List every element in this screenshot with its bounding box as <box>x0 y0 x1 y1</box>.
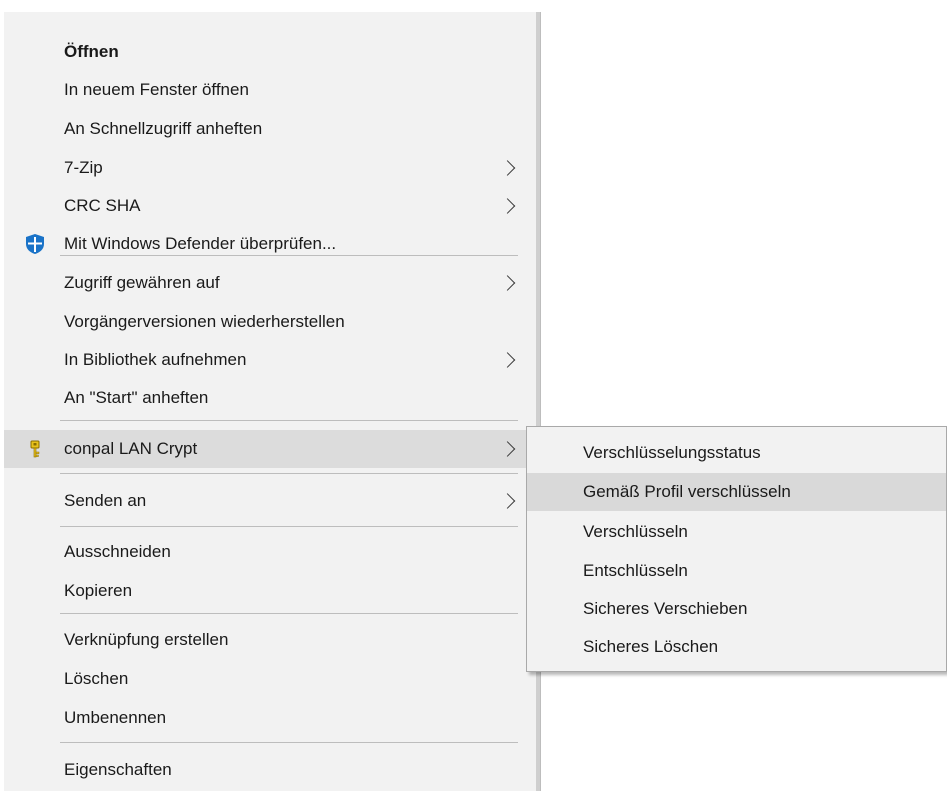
menu-separator <box>60 613 518 614</box>
submenu-item-label: Sicheres Verschieben <box>583 599 748 618</box>
chevron-right-icon <box>499 430 524 468</box>
menu-item-create-shortcut[interactable]: Verknüpfung erstellen <box>4 621 536 659</box>
menu-item-label: Umbenennen <box>64 708 167 727</box>
lan-crypt-submenu: Verschlüsselungsstatus Gemäß Profil vers… <box>526 426 947 672</box>
menu-item-rename[interactable]: Umbenennen <box>4 699 536 737</box>
chevron-right-icon <box>499 187 524 225</box>
submenu-item-label: Sicheres Löschen <box>583 637 719 656</box>
menu-item-label: conpal LAN Crypt <box>64 439 198 458</box>
menu-item-label: CRC SHA <box>64 196 141 215</box>
menu-item-open[interactable]: Öffnen <box>4 33 536 71</box>
menu-item-open-new-window[interactable]: In neuem Fenster öffnen <box>4 71 536 109</box>
menu-item-label: An Schnellzugriff anheften <box>64 119 263 138</box>
menu-item-label: Vorgängerversionen wiederherstellen <box>64 312 345 331</box>
menu-item-conpal-lan-crypt[interactable]: conpal LAN Crypt <box>4 430 536 468</box>
menu-item-label: In Bibliothek aufnehmen <box>64 350 247 369</box>
context-menu: Öffnen In neuem Fenster öffnen An Schnel… <box>4 12 540 791</box>
menu-item-label: An "Start" anheften <box>64 388 209 407</box>
menu-item-label: Mit Windows Defender überprüfen... <box>64 234 337 253</box>
menu-item-label: Löschen <box>64 669 129 688</box>
menu-item-properties[interactable]: Eigenschaften <box>4 751 536 789</box>
submenu-item-label: Verschlüsselungsstatus <box>583 443 761 462</box>
submenu-item-label: Gemäß Profil verschlüsseln <box>583 482 791 501</box>
menu-item-label: Ausschneiden <box>64 542 171 561</box>
menu-separator <box>60 526 518 527</box>
menu-item-label: Verknüpfung erstellen <box>64 630 229 649</box>
submenu-item-encrypt-by-profile[interactable]: Gemäß Profil verschlüsseln <box>527 473 946 511</box>
menu-item-label: Kopieren <box>64 581 133 600</box>
menu-item-label: Eigenschaften <box>64 760 172 779</box>
submenu-item-secure-delete[interactable]: Sicheres Löschen <box>527 628 946 666</box>
menu-item-send-to[interactable]: Senden an <box>4 482 536 520</box>
menu-item-crc-sha[interactable]: CRC SHA <box>4 187 536 225</box>
menu-separator <box>60 473 518 474</box>
menu-separator <box>60 742 518 743</box>
menu-item-label: In neuem Fenster öffnen <box>64 80 249 99</box>
menu-separator <box>60 420 518 421</box>
menu-item-label: Senden an <box>64 491 147 510</box>
menu-item-give-access[interactable]: Zugriff gewähren auf <box>4 264 536 302</box>
chevron-right-icon <box>499 149 524 187</box>
menu-item-delete[interactable]: Löschen <box>4 660 536 698</box>
menu-separator <box>60 255 518 256</box>
menu-item-cut[interactable]: Ausschneiden <box>4 533 536 571</box>
key-icon <box>28 440 42 458</box>
menu-item-copy[interactable]: Kopieren <box>4 572 536 610</box>
chevron-right-icon <box>499 264 524 302</box>
menu-item-include-in-library[interactable]: In Bibliothek aufnehmen <box>4 341 536 379</box>
chevron-right-icon <box>499 341 524 379</box>
menu-item-windows-defender[interactable]: Mit Windows Defender überprüfen... <box>4 225 536 263</box>
menu-item-7zip[interactable]: 7-Zip <box>4 149 536 187</box>
submenu-item-encrypt[interactable]: Verschlüsseln <box>527 513 946 551</box>
submenu-item-decrypt[interactable]: Entschlüsseln <box>527 552 946 590</box>
menu-item-restore-previous-versions[interactable]: Vorgängerversionen wiederherstellen <box>4 303 536 341</box>
menu-item-pin-to-start[interactable]: An "Start" anheften <box>4 379 536 417</box>
submenu-item-secure-move[interactable]: Sicheres Verschieben <box>527 590 946 628</box>
menu-item-pin-quick-access[interactable]: An Schnellzugriff anheften <box>4 110 536 148</box>
menu-item-label: Öffnen <box>64 42 119 61</box>
submenu-item-encryption-status[interactable]: Verschlüsselungsstatus <box>527 434 946 472</box>
menu-item-label: Zugriff gewähren auf <box>64 273 220 292</box>
screen: Öffnen In neuem Fenster öffnen An Schnel… <box>0 0 947 791</box>
submenu-item-label: Verschlüsseln <box>583 522 688 541</box>
submenu-item-label: Entschlüsseln <box>583 561 688 580</box>
menu-item-label: 7-Zip <box>64 158 103 177</box>
windows-defender-shield-icon <box>24 233 46 255</box>
chevron-right-icon <box>499 482 524 520</box>
